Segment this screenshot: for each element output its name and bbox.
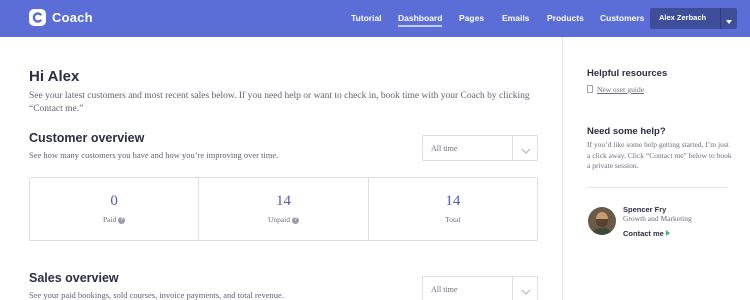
stat-label-text: Unpaid [267,215,291,224]
user-name: Alex Zerbach [659,13,707,22]
user-menu-divider [720,8,721,29]
new-user-guide-label: New user guide [597,85,645,94]
avatar-beard [596,219,608,227]
stat-label: Paid? [30,215,198,224]
coach-name: Spencer Fry [623,205,667,214]
sales-overview-title: Sales overview [29,271,119,285]
contact-me-link[interactable]: Contact me [623,229,670,238]
right-sidebar: Helpful resources New user guide Need so… [562,37,750,300]
customer-overview-description: See how many customers you have and how … [29,150,279,160]
stat-unpaid: 14 Unpaid? [199,178,369,240]
contact-me-label: Contact me [623,229,664,238]
chevron-down-icon[interactable] [723,14,735,24]
user-menu-button[interactable]: Alex Zerbach [650,8,737,29]
stat-value: 0 [110,193,118,209]
help-text: If you’d like some help getting started,… [587,140,732,170]
resources-title: Helpful resources [587,68,668,79]
stat-label-text: Total [445,215,461,224]
top-navigation-bar: Coach Tutorial Dashboard Pages Emails Pr… [0,0,750,37]
nav-link-customers[interactable]: Customers [600,13,644,23]
sales-overview-filter-select[interactable]: All time [422,276,538,300]
stat-value: 14 [275,193,291,209]
chevron-down-icon[interactable] [519,143,533,154]
stat-label-text: Paid [102,215,117,224]
stat-label: Total [369,215,537,224]
intro-text: See your latest customers and most recen… [29,91,530,114]
filter-value: All time [431,285,458,294]
chevron-down-icon[interactable] [519,284,533,295]
nav-link-emails[interactable]: Emails [502,13,529,23]
info-icon[interactable]: ? [292,216,300,224]
sales-overview-description: See your paid bookings, sold courses, in… [29,290,284,300]
stat-paid: 0 Paid? [30,178,200,240]
select-divider [512,136,513,160]
nav-link-tutorial[interactable]: Tutorial [351,13,382,23]
document-icon [587,85,593,93]
stat-label: Unpaid? [199,215,367,224]
arrow-right-icon [665,230,670,236]
help-title: Need some help? [587,126,666,137]
nav-link-pages[interactable]: Pages [459,13,484,23]
new-user-guide-link[interactable]: New user guide [587,85,644,94]
customer-stats-panel: 0 Paid? 14 Unpaid? 14 Total [29,177,538,241]
avatar-shirt [592,228,612,235]
page-greeting: Hi Alex [29,68,80,85]
main-content: Hi Alex See your latest customers and mo… [0,37,562,300]
info-icon[interactable]: ? [118,216,126,224]
coach-logo-icon[interactable] [29,9,46,26]
customer-overview-filter-select[interactable]: All time [422,135,538,161]
stat-value: 14 [445,193,461,209]
nav-link-dashboard[interactable]: Dashboard [398,13,443,27]
filter-value: All time [431,144,458,153]
avatar [588,207,616,235]
brand-name[interactable]: Coach [52,10,93,25]
select-divider [512,277,513,300]
stat-total: 14 Total [369,178,537,240]
sidebar-divider [587,187,727,188]
coach-role: Growth and Marketing [623,214,692,223]
customer-overview-title: Customer overview [29,131,145,145]
nav-link-products[interactable]: Products [547,13,584,23]
